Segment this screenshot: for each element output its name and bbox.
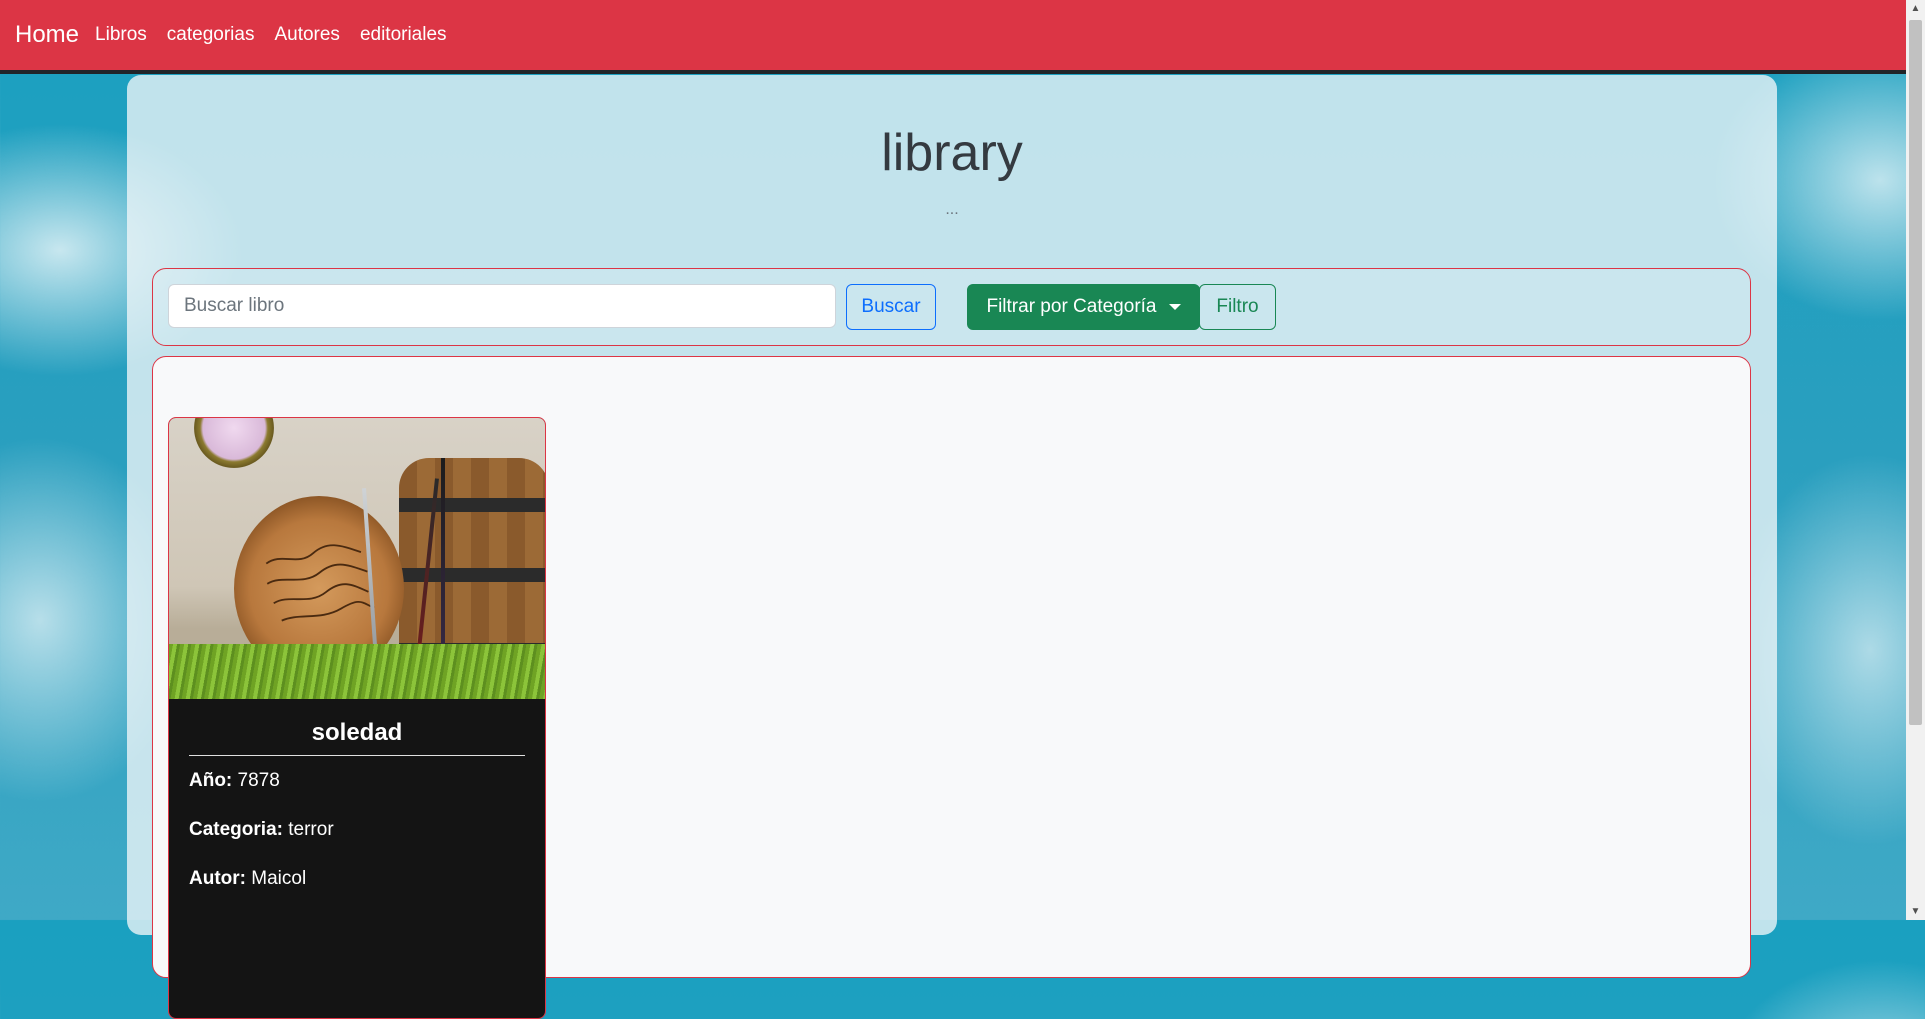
- page-title: library: [881, 124, 1023, 182]
- barrel-scribble: [265, 544, 375, 622]
- main-container: library ... Buscar Filtrar por Categoría…: [127, 75, 1777, 1019]
- nav-link-categorias[interactable]: categorias: [167, 24, 255, 46]
- book-cover-image: [169, 418, 545, 699]
- book-author-label: Autor:: [189, 868, 246, 889]
- results-panel: soledad Año: 7878 Categoria: terror Auto…: [152, 356, 1751, 1019]
- scroll-thumb[interactable]: [1909, 20, 1922, 725]
- book-category-label: Categoria:: [189, 819, 283, 840]
- book-title: soledad: [189, 719, 525, 756]
- nav-link-autores[interactable]: Autores: [274, 24, 339, 46]
- book-year-value: 7878: [237, 770, 280, 791]
- category-filter-label: Filtrar por Categoría: [986, 296, 1157, 317]
- nav-link-editoriales[interactable]: editoriales: [360, 24, 447, 46]
- filter-button[interactable]: Filtro: [1199, 284, 1276, 330]
- grass-graphic: [169, 644, 545, 699]
- book-year: Año: 7878: [189, 770, 525, 792]
- scroll-up-arrow-icon[interactable]: ▲: [1906, 0, 1925, 17]
- vertical-scrollbar[interactable]: ▲ ▼: [1906, 0, 1925, 920]
- search-panel: Buscar Filtrar por Categoría Filtro: [152, 268, 1751, 346]
- book-year-label: Año:: [189, 770, 233, 791]
- navbar: Home Libros categorias Autores editorial…: [0, 0, 1906, 74]
- page-subtitle: ...: [945, 201, 959, 218]
- category-filter-dropdown[interactable]: Filtrar por Categoría: [967, 284, 1200, 330]
- porthole-decoration: [194, 418, 274, 468]
- caret-down-icon: [1168, 304, 1181, 310]
- search-button[interactable]: Buscar: [846, 284, 936, 330]
- book-card-body: soledad Año: 7878 Categoria: terror Auto…: [169, 699, 545, 890]
- book-category: Categoria: terror: [189, 819, 525, 841]
- nav-brand-home[interactable]: Home: [15, 21, 79, 49]
- book-author: Autor: Maicol: [189, 868, 525, 890]
- search-input[interactable]: [168, 284, 836, 328]
- book-author-value: Maicol: [251, 868, 307, 889]
- scroll-down-arrow-icon[interactable]: ▼: [1906, 903, 1925, 920]
- nav-link-libros[interactable]: Libros: [95, 24, 147, 46]
- book-card[interactable]: soledad Año: 7878 Categoria: terror Auto…: [168, 417, 546, 1019]
- book-category-value: terror: [288, 819, 334, 840]
